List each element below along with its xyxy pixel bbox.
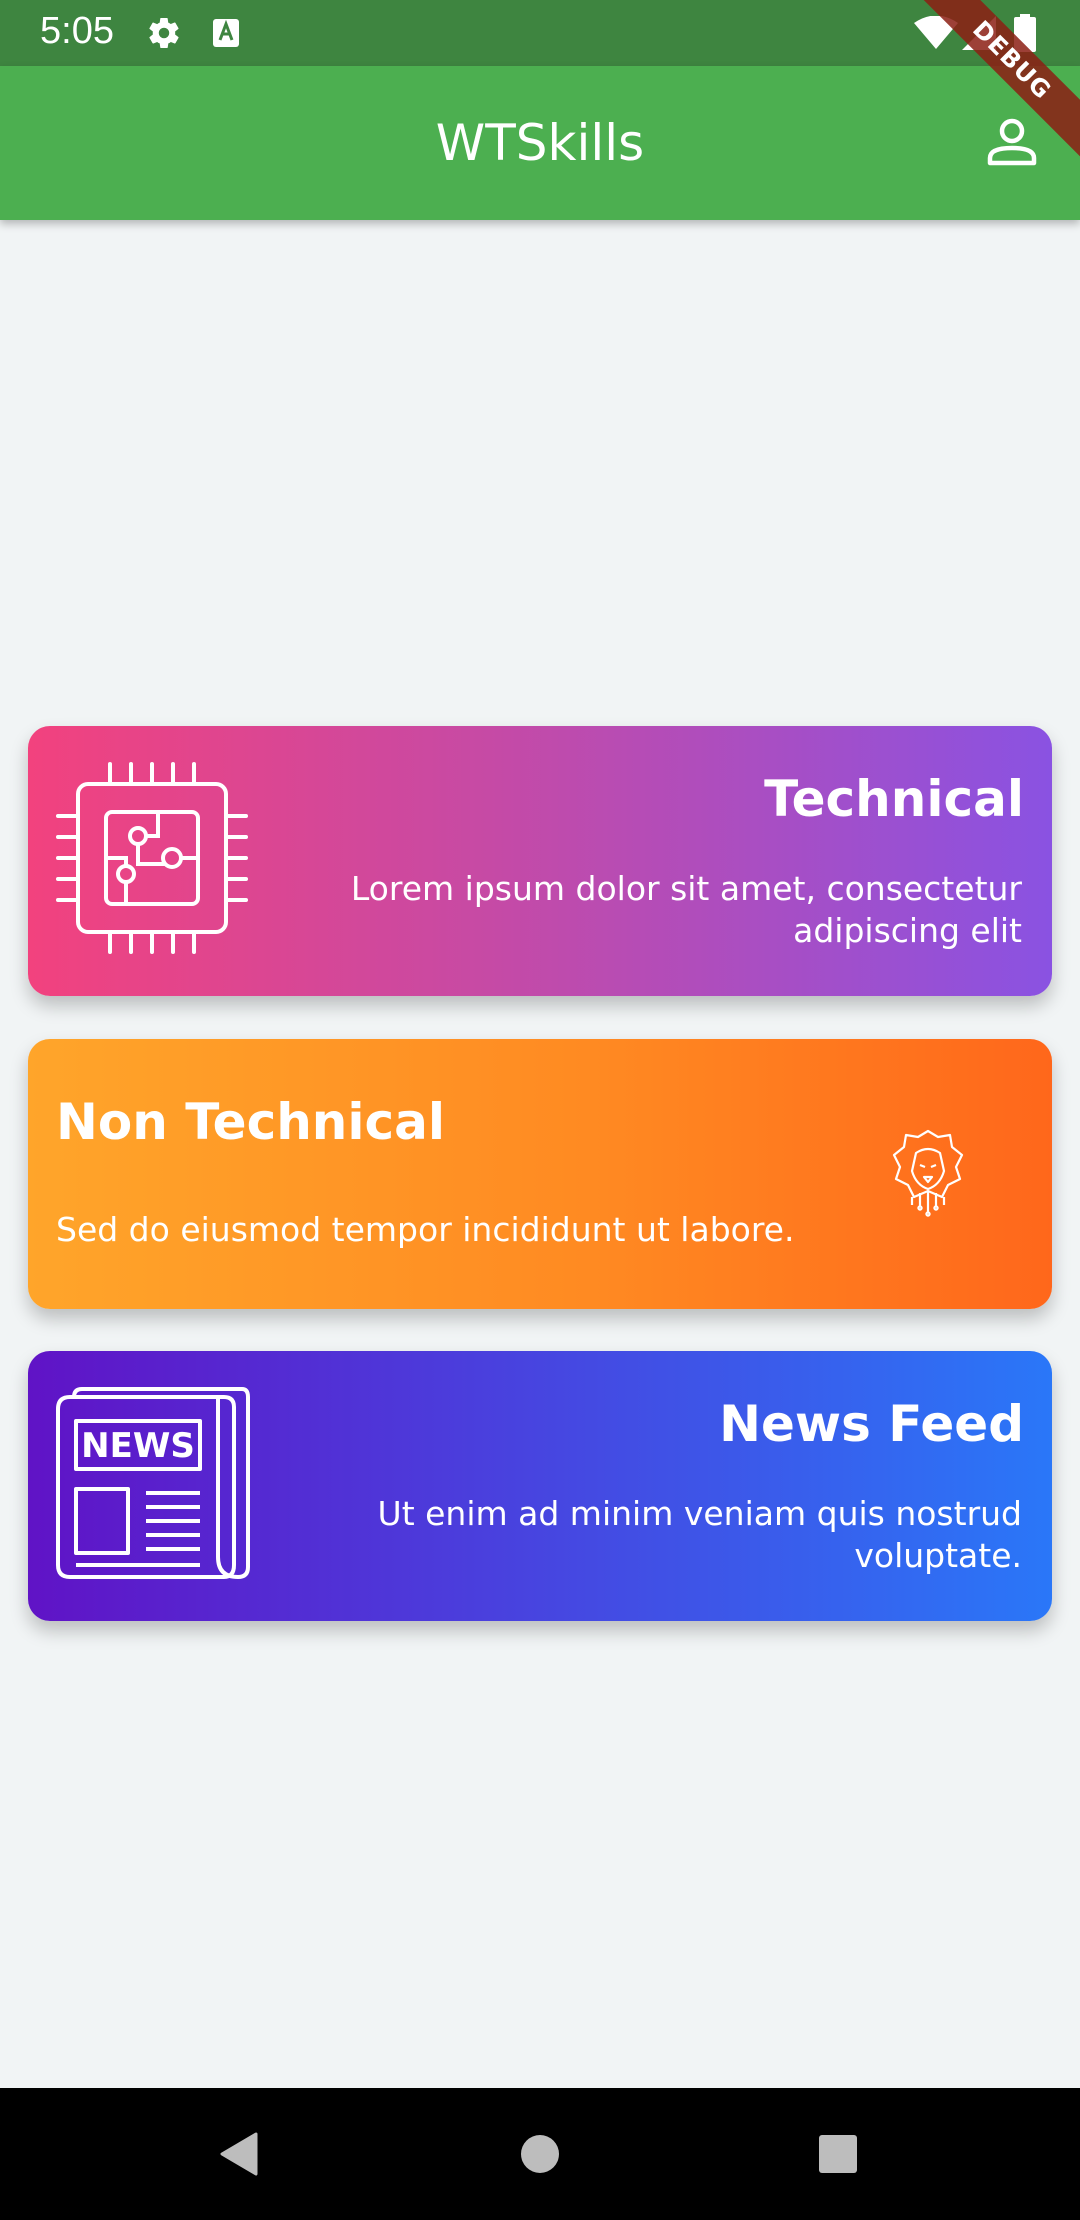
recent-apps-square-icon[interactable] xyxy=(818,2134,858,2174)
card-title: Technical xyxy=(764,770,1024,828)
system-navigation-bar xyxy=(0,2088,1080,2220)
card-title: Non Technical xyxy=(56,1093,446,1151)
app-title: WTSkills xyxy=(435,114,645,172)
news-feed-card[interactable]: NEWS News Feed Ut enim ad minim veniam q… xyxy=(28,1351,1052,1621)
card-description: Sed do eiusmod tempor incididunt ut labo… xyxy=(56,1210,795,1249)
card-title: News Feed xyxy=(719,1395,1024,1453)
profile-person-icon[interactable] xyxy=(986,116,1038,168)
card-description: Lorem ipsum dolor sit amet, consectetur … xyxy=(350,869,1022,950)
keyboard-a-icon xyxy=(213,19,239,47)
newspaper-icon-text: NEWS xyxy=(81,1426,195,1466)
lion-icon xyxy=(892,1129,964,1217)
technical-card[interactable]: Technical Lorem ipsum dolor sit amet, co… xyxy=(28,726,1052,996)
chip-icon xyxy=(56,762,248,954)
status-time: 5:05 xyxy=(40,10,114,52)
settings-gear-icon xyxy=(149,18,179,49)
app-bar: WTSkills xyxy=(0,66,1080,220)
newspaper-icon: NEWS xyxy=(56,1387,250,1579)
home-circle-icon[interactable] xyxy=(520,2134,560,2174)
card-description: Ut enim ad minim veniam quis nostrud vol… xyxy=(377,1494,1022,1575)
non-technical-card[interactable]: Non Technical Sed do eiusmod tempor inci… xyxy=(28,1039,1052,1309)
back-triangle-icon[interactable] xyxy=(218,2132,258,2176)
status-bar: 5:05 xyxy=(0,0,1080,66)
